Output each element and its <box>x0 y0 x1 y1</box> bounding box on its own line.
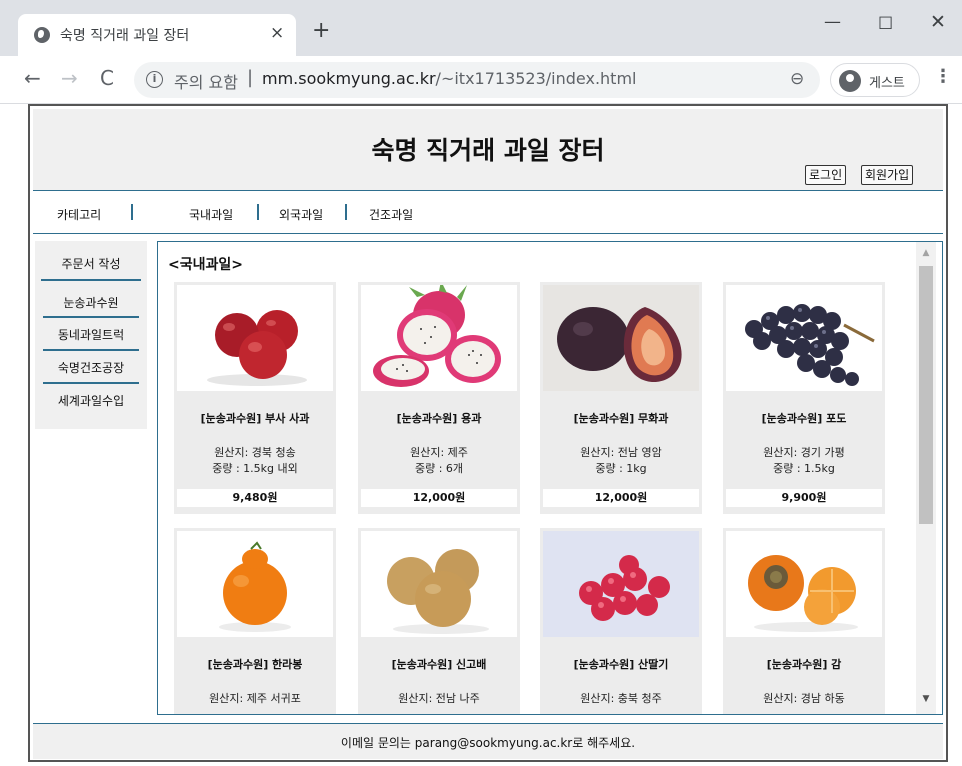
globe-icon <box>34 27 50 43</box>
sidebar-item-order[interactable]: 주문서 작성 <box>43 255 139 272</box>
avatar-icon <box>839 70 861 92</box>
product-origin: 원산지: 제주 서귀포 <box>209 692 301 705</box>
nav-divider <box>257 204 259 220</box>
product-weight: 중량 : 1.5kg 내외 <box>212 462 298 475</box>
sidebar-divider <box>43 316 139 318</box>
product-origin: 원산지: 경기 가평 <box>763 446 845 459</box>
dragonfruit-image <box>361 285 517 391</box>
zoom-icon[interactable]: ⊖ <box>790 69 804 89</box>
product-card[interactable]: [눈송과수원] 포도 원산지: 경기 가평 중량 : 1.5kg 9,900원 <box>723 282 885 514</box>
nav-item-foreign[interactable]: 외국과일 <box>279 206 323 223</box>
sidebar-item-truck[interactable]: 동네과일트럭 <box>43 326 139 343</box>
product-price: 12,000원 <box>361 489 517 507</box>
product-card[interactable]: [눈송과수원] 용과 원산지: 제주 중량 : 6개 12,000원 <box>358 282 520 514</box>
url-host: mm.sookmyung.ac.kr <box>262 69 436 88</box>
scrollbar[interactable]: ▲ ▼ <box>916 242 936 714</box>
sidebar-item-nunsong[interactable]: 눈송과수원 <box>43 294 139 311</box>
browser-window: 숙명 직거래 과일 장터 × + — ☐ ✕ ← → C i 주의 요함 | m… <box>0 0 962 766</box>
product-name[interactable]: [눈송과수원] 한라봉 <box>174 656 336 672</box>
address-bar[interactable]: i 주의 요함 | mm.sookmyung.ac.kr/~itx1713523… <box>134 62 820 98</box>
sidebar-item-dry-factory[interactable]: 숙명건조공장 <box>43 359 139 376</box>
sidebar: 주문서 작성 눈송과수원 동네과일트럭 숙명건조공장 세계과일수입 <box>35 241 147 429</box>
nav-divider <box>345 204 347 220</box>
nav-divider <box>131 204 133 220</box>
back-icon[interactable]: ← <box>24 66 41 90</box>
site-header: 숙명 직거래 과일 장터 로그인 회원가입 <box>33 109 943 191</box>
product-card[interactable]: [눈송과수원] 한라봉 원산지: 제주 서귀포 <box>174 528 336 714</box>
menu-icon[interactable]: ⋮ <box>934 68 952 86</box>
product-weight: 중량 : 1kg <box>595 462 647 475</box>
page-frame: 숙명 직거래 과일 장터 로그인 회원가입 카테고리 국내과일 외국과일 건조과… <box>28 104 948 762</box>
product-price: 12,000원 <box>543 489 699 507</box>
product-price: 9,480원 <box>177 489 333 507</box>
product-name[interactable]: [눈송과수원] 용과 <box>358 410 520 426</box>
product-origin: 원산지: 전남 나주 <box>398 692 480 705</box>
product-origin: 원산지: 전남 영암 <box>580 446 662 459</box>
apple-image <box>177 285 333 391</box>
nav-item-domestic[interactable]: 국내과일 <box>189 206 233 223</box>
scroll-thumb[interactable] <box>919 266 933 524</box>
product-weight: 중량 : 6개 <box>414 462 464 475</box>
product-price: 9,900원 <box>726 489 882 507</box>
grape-image <box>726 285 882 391</box>
reload-icon[interactable]: C <box>100 66 114 90</box>
product-panel[interactable]: <국내과일> [눈송과수원] 부사 사과 원산지: 경북 청송 중량: 1.5… <box>157 241 943 715</box>
signup-button[interactable]: 회원가입 <box>861 165 914 185</box>
sidebar-divider <box>43 382 139 384</box>
category-nav: 카테고리 국내과일 외국과일 건조과일 <box>33 192 943 234</box>
nav-item-dried[interactable]: 건조과일 <box>369 206 413 223</box>
product-name[interactable]: [눈송과수원] 무화과 <box>540 410 702 426</box>
product-card[interactable]: [눈송과수원] 산딸기 원산지: 충북 청주 <box>540 528 702 714</box>
url-path: /~itx1713523/index.html <box>435 69 637 88</box>
new-tab-icon[interactable]: + <box>312 20 330 42</box>
separator: | <box>247 67 254 88</box>
sidebar-divider <box>43 349 139 351</box>
product-name[interactable]: [눈송과수원] 부사 사과 <box>174 410 336 426</box>
product-origin: 원산지: 경남 하동 <box>763 692 845 705</box>
profile-label: 게스트 <box>869 76 905 91</box>
product-name[interactable]: [눈송과수원] 감 <box>723 656 885 672</box>
product-origin: 원산지: 충북 청주 <box>580 692 662 705</box>
hallabong-image <box>177 531 333 637</box>
sidebar-item-import[interactable]: 세계과일수입 <box>43 392 139 409</box>
footer-contact-text: 이메일 문의는 parang@sookmyung.ac.kr로 해주세요. <box>340 736 636 750</box>
raspberry-image <box>543 531 699 637</box>
forward-icon[interactable]: → <box>61 66 78 90</box>
section-title: <국내과일> <box>168 257 243 273</box>
product-card[interactable]: [눈송과수원] 무화과 원산지: 전남 영암 중량 : 1kg 12,000원 <box>540 282 702 514</box>
info-icon[interactable]: i <box>146 71 163 88</box>
product-card[interactable]: [눈송과수원] 감 원산지: 경남 하동 <box>723 528 885 714</box>
page-inner: 숙명 직거래 과일 장터 로그인 회원가입 카테고리 국내과일 외국과일 건조과… <box>33 109 943 759</box>
security-label[interactable]: 주의 요함 <box>174 69 238 93</box>
tab-strip: 숙명 직거래 과일 장터 × + — ☐ ✕ <box>0 0 962 56</box>
persimmon-image <box>726 531 882 637</box>
scroll-down-arrow-icon[interactable]: ▼ <box>916 694 936 704</box>
product-card[interactable]: [눈송과수원] 신고배 원산지: 전남 나주 <box>358 528 520 714</box>
browser-toolbar: ← → C i 주의 요함 | mm.sookmyung.ac.kr/~itx1… <box>0 56 962 104</box>
profile-button[interactable]: 게스트 <box>830 63 920 97</box>
product-card[interactable]: [눈송과수원] 부사 사과 원산지: 경북 청송 중량 : 1.5kg 내외 9… <box>174 282 336 514</box>
nav-category-label: 카테고리 <box>57 208 102 222</box>
minimize-icon[interactable]: — <box>824 12 841 32</box>
product-weight: 중량 : 1.5kg <box>773 462 835 475</box>
site-title: 숙명 직거래 과일 장터 <box>371 136 605 165</box>
pear-image <box>361 531 517 637</box>
scroll-up-arrow-icon[interactable]: ▲ <box>916 248 936 258</box>
product-name[interactable]: [눈송과수원] 포도 <box>723 410 885 426</box>
tab-close-icon[interactable]: × <box>270 23 284 43</box>
product-origin: 원산지: 경북 청송 <box>214 446 296 459</box>
maximize-icon[interactable]: ☐ <box>878 14 893 34</box>
product-origin: 원산지: 제주 <box>410 446 468 459</box>
browser-tab[interactable]: 숙명 직거래 과일 장터 × <box>18 14 296 56</box>
url-text[interactable]: mm.sookmyung.ac.kr/~itx1713523/index.htm… <box>262 69 636 88</box>
site-footer: 이메일 문의는 parang@sookmyung.ac.kr로 해주세요. <box>33 723 943 759</box>
window-close-icon[interactable]: ✕ <box>930 11 946 33</box>
sidebar-divider <box>41 279 141 281</box>
login-button[interactable]: 로그인 <box>805 165 847 185</box>
product-name[interactable]: [눈송과수원] 산딸기 <box>540 656 702 672</box>
tab-title: 숙명 직거래 과일 장터 <box>60 28 190 44</box>
fig-image <box>543 285 699 391</box>
product-name[interactable]: [눈송과수원] 신고배 <box>358 656 520 672</box>
